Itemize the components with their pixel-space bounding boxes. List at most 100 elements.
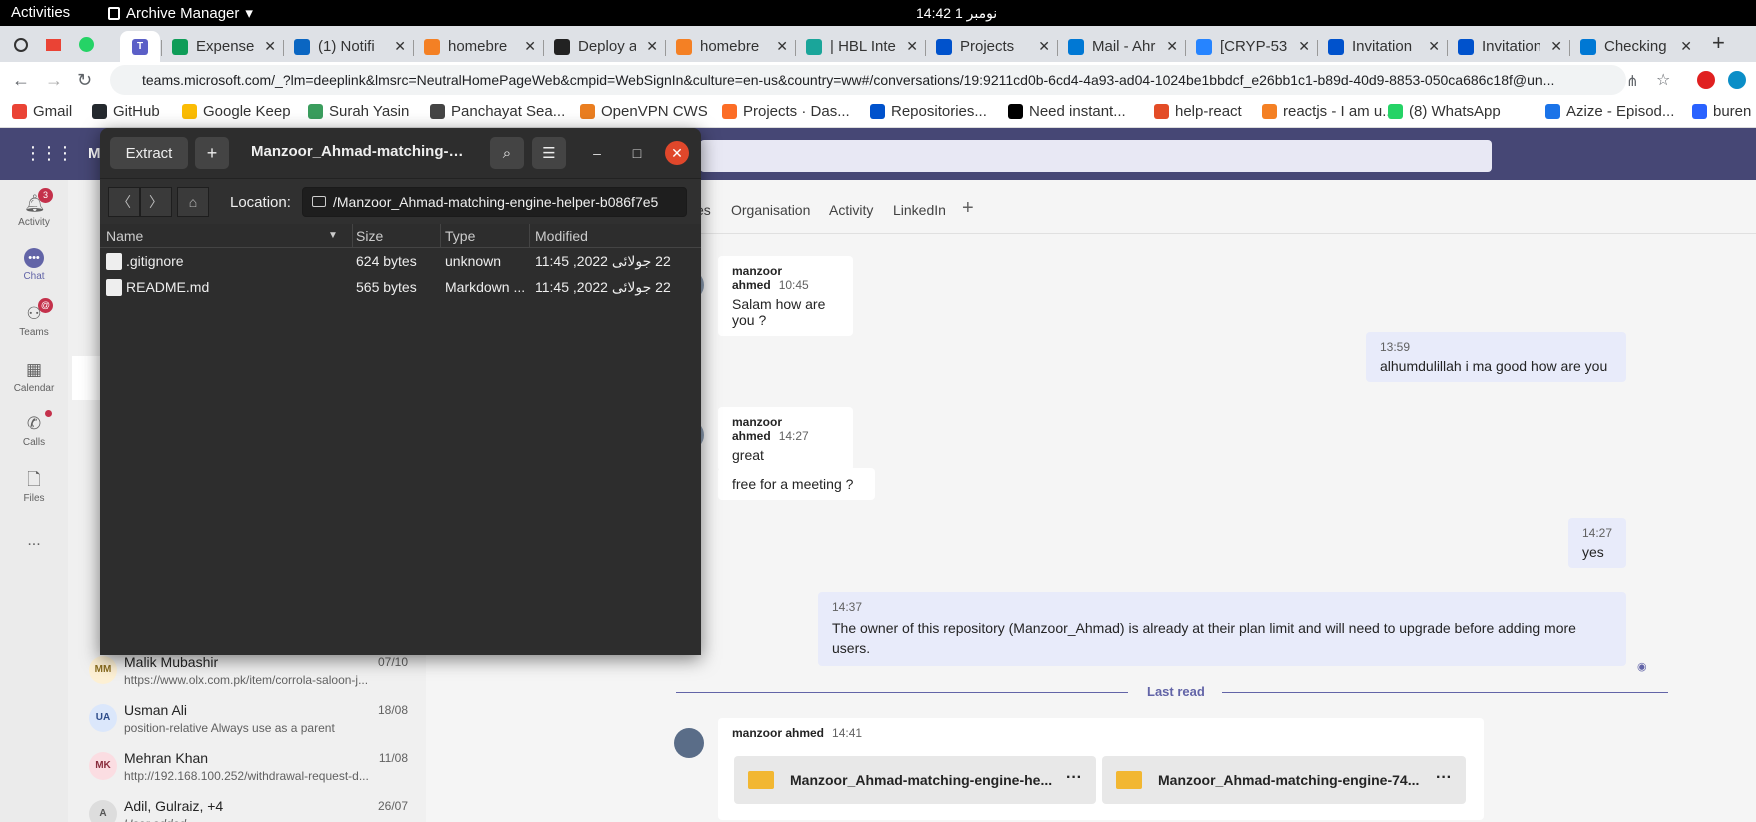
app-launcher-icon[interactable]: ⋮⋮⋮ bbox=[24, 143, 74, 164]
tab-activity[interactable]: Activity bbox=[829, 202, 873, 218]
column-size[interactable]: Size bbox=[356, 228, 383, 244]
attachment-file[interactable]: Manzoor_Ahmad-matching-engine-he... ··· bbox=[734, 756, 1096, 804]
tab-close-icon[interactable]: ✕ bbox=[1680, 38, 1692, 55]
app-menu[interactable]: Archive Manager ▾ bbox=[108, 4, 253, 22]
more-options-icon[interactable]: ··· bbox=[1436, 769, 1452, 787]
bookmark-favicon-icon bbox=[580, 104, 595, 119]
bookmark-item[interactable]: Google Keep bbox=[182, 103, 291, 120]
bookmark-item[interactable]: Projects · Das... bbox=[722, 103, 850, 120]
rail-chat[interactable]: ••• Chat bbox=[0, 248, 68, 282]
tab-linkedin[interactable]: LinkedIn bbox=[893, 202, 946, 218]
bookmark-item[interactable]: Need instant... bbox=[1008, 103, 1126, 120]
rail-files[interactable]: 🗋︎ Files bbox=[0, 470, 68, 504]
activities-button[interactable]: Activities bbox=[11, 4, 70, 21]
search-button[interactable]: ⌕ bbox=[490, 137, 524, 169]
browser-tab[interactable]: Deploy a ✕ bbox=[544, 31, 666, 62]
url-field[interactable]: teams.microsoft.com/_?lm=deeplink&lmsrc=… bbox=[110, 65, 1626, 95]
maximize-button[interactable]: □ bbox=[625, 141, 649, 165]
chat-list-item[interactable]: MM Malik Mubashir 07/10 https://www.olx.com… bbox=[68, 650, 426, 698]
tab-close-icon[interactable]: ✕ bbox=[1298, 38, 1310, 55]
bookmark-item[interactable]: Gmail bbox=[12, 103, 72, 120]
tab-close-icon[interactable]: ✕ bbox=[264, 38, 276, 55]
browser-tab[interactable]: homebre ✕ bbox=[666, 31, 796, 62]
tab-close-icon[interactable]: ✕ bbox=[394, 38, 406, 55]
tab-close-icon[interactable]: ✕ bbox=[1166, 38, 1178, 55]
back-button[interactable]: 〈 bbox=[108, 187, 140, 217]
browser-tab[interactable]: [CRYP-53 ✕ bbox=[1186, 31, 1318, 62]
extension-icon[interactable] bbox=[1728, 71, 1746, 89]
chat-preview: http://192.168.100.252/withdrawal-reques… bbox=[124, 769, 369, 783]
bookmark-star-icon[interactable]: ☆ bbox=[1656, 70, 1670, 90]
extension-icon[interactable] bbox=[1697, 71, 1715, 89]
archive-manager-window: Extract + Manzoor_Ahmad-matching-e... ⌕ … bbox=[100, 128, 701, 655]
tab-separator bbox=[1057, 40, 1058, 56]
tab-organisation[interactable]: Organisation bbox=[731, 202, 810, 218]
browser-tab[interactable]: Projects ✕ bbox=[926, 31, 1058, 62]
bookmark-item[interactable]: GitHub bbox=[92, 103, 160, 120]
browser-tab[interactable]: (1) Notifi ✕ bbox=[284, 31, 414, 62]
chat-list-item[interactable]: A Adil, Gulraiz, +4 26/07 User added bbox=[68, 794, 426, 822]
tab-close-icon[interactable]: ✕ bbox=[776, 38, 788, 55]
tab-close-icon[interactable]: ✕ bbox=[1428, 38, 1440, 55]
column-modified[interactable]: Modified bbox=[535, 228, 588, 244]
bookmark-item[interactable]: reactjs - I am u... bbox=[1262, 103, 1395, 120]
browser-tab[interactable]: Invitation ✕ bbox=[1318, 31, 1448, 62]
reload-icon[interactable]: ↻ bbox=[77, 70, 92, 91]
extract-button[interactable]: Extract bbox=[110, 137, 188, 169]
browser-tab[interactable]: Invitation ✕ bbox=[1448, 31, 1570, 62]
rail-calls[interactable]: ✆ Calls bbox=[0, 410, 68, 448]
sort-icon[interactable]: ▼ bbox=[328, 230, 338, 241]
bookmark-item[interactable]: Repositories... bbox=[870, 103, 987, 120]
rail-teams[interactable]: ⚇ @ Teams bbox=[0, 298, 68, 338]
location-field[interactable]: /Manzoor_Ahmad-matching-engine-helper-b0… bbox=[302, 187, 687, 217]
bookmark-item[interactable]: buren bbox=[1692, 103, 1751, 120]
file-row[interactable]: README.md 565 bytes Markdown ... 22 جولا… bbox=[100, 274, 701, 300]
add-tab-icon[interactable]: + bbox=[962, 197, 974, 220]
tab-close-icon[interactable]: ✕ bbox=[906, 38, 918, 55]
chat-list-item[interactable]: MK Mehran Khan 11/08 http://192.168.100.252… bbox=[68, 746, 426, 794]
chat-list-item[interactable]: UA Usman Ali 18/08 position-relative Always… bbox=[68, 698, 426, 746]
back-icon[interactable]: ← bbox=[12, 70, 30, 91]
clock[interactable]: 14:42 نومبر 1 bbox=[916, 5, 997, 22]
whatsapp-tab-icon[interactable] bbox=[79, 37, 94, 52]
minimize-button[interactable]: – bbox=[585, 141, 609, 165]
browser-tab[interactable]: Expenses ✕ bbox=[162, 31, 284, 62]
file-row[interactable]: .gitignore 624 bytes unknown 22 جولائی 2… bbox=[100, 248, 701, 274]
pinned-tab-icons[interactable] bbox=[14, 37, 94, 52]
rail-more[interactable]: ... bbox=[0, 532, 68, 550]
forward-button[interactable]: 〉 bbox=[140, 187, 172, 217]
browser-tab[interactable]: Checking ✕ bbox=[1570, 31, 1700, 62]
bookmark-item[interactable]: (8) WhatsApp bbox=[1388, 103, 1501, 120]
tab-teams[interactable]: T bbox=[120, 31, 160, 62]
home-button[interactable]: ⌂ bbox=[177, 187, 209, 217]
new-tab-icon[interactable]: + bbox=[1712, 30, 1725, 56]
menu-button[interactable]: ☰ bbox=[532, 137, 566, 169]
share-icon[interactable]: ⋔ bbox=[1626, 72, 1639, 90]
tab-close-icon[interactable]: ✕ bbox=[1038, 38, 1050, 55]
tab-label: Invitation bbox=[1352, 38, 1413, 55]
tab-separator bbox=[1317, 40, 1318, 56]
browser-tab[interactable]: homebre ✕ bbox=[414, 31, 544, 62]
more-options-icon[interactable]: ··· bbox=[1066, 769, 1082, 787]
close-button[interactable]: ✕ bbox=[665, 141, 689, 165]
column-type[interactable]: Type bbox=[445, 228, 475, 244]
add-files-button[interactable]: + bbox=[195, 137, 229, 169]
teams-search-input[interactable] bbox=[700, 140, 1492, 172]
column-name[interactable]: Name bbox=[106, 228, 143, 244]
tab-close-icon[interactable]: ✕ bbox=[1550, 38, 1562, 55]
rail-calendar[interactable]: ▦ Calendar bbox=[0, 360, 68, 394]
forward-icon[interactable]: → bbox=[45, 70, 63, 91]
attachment-file[interactable]: Manzoor_Ahmad-matching-engine-74... ··· bbox=[1102, 756, 1466, 804]
tab-close-icon[interactable]: ✕ bbox=[646, 38, 658, 55]
pinned-tab-icon[interactable] bbox=[14, 37, 28, 52]
browser-tab[interactable]: Mail - Ahr ✕ bbox=[1058, 31, 1186, 62]
bookmark-item[interactable]: Azize - Episod... bbox=[1545, 103, 1674, 120]
tab-close-icon[interactable]: ✕ bbox=[524, 38, 536, 55]
gmail-tab-icon[interactable] bbox=[46, 38, 61, 51]
bookmark-item[interactable]: help-react bbox=[1154, 103, 1242, 120]
bookmark-item[interactable]: Panchayat Sea... bbox=[430, 103, 565, 120]
browser-tab[interactable]: | HBL Inte ✕ bbox=[796, 31, 926, 62]
bookmark-item[interactable]: OpenVPN CWS bbox=[580, 103, 708, 120]
rail-activity[interactable]: 🔔︎ 3 Activity bbox=[0, 188, 68, 228]
bookmark-item[interactable]: Surah Yasin bbox=[308, 103, 409, 120]
